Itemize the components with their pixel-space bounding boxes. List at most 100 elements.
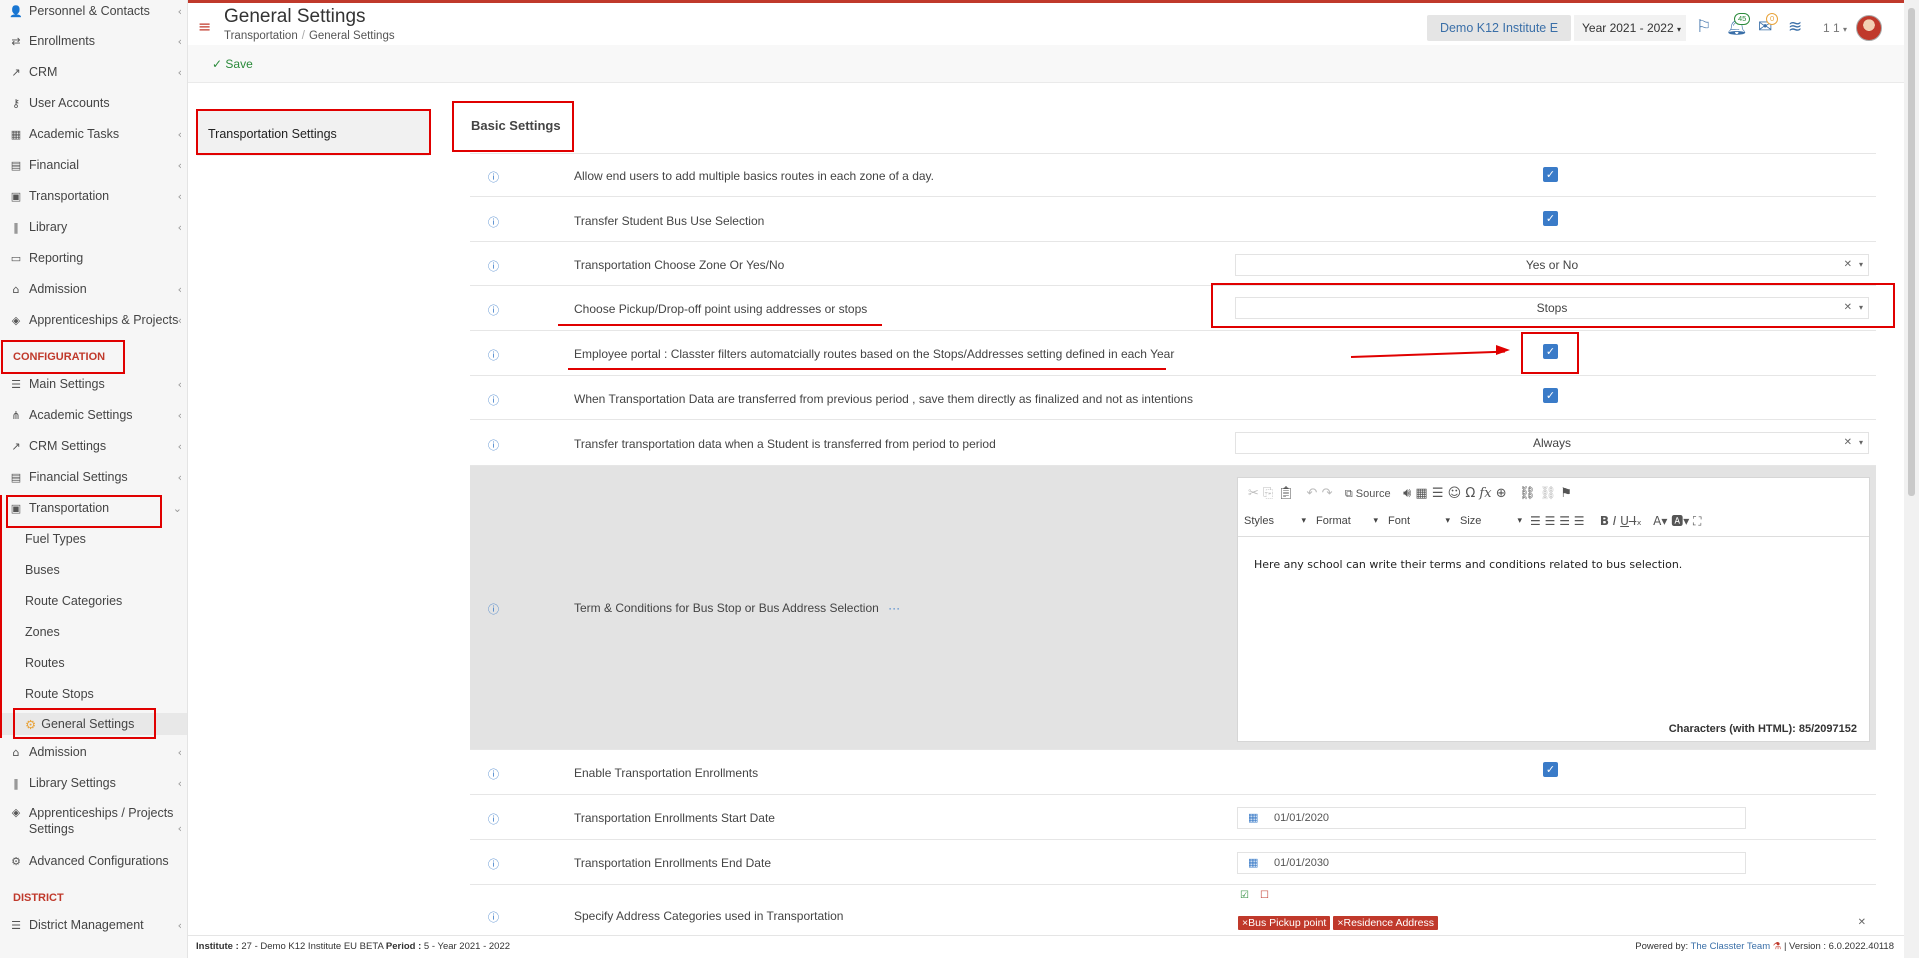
setting-checkbox[interactable]: ✓ — [1543, 388, 1558, 403]
bold-icon[interactable]: B — [1600, 514, 1609, 528]
sidebar-sub-route-stops[interactable]: Route Stops — [0, 683, 187, 705]
period-selector[interactable]: 1 1 ▾ — [1823, 21, 1847, 35]
sidebar-item-academic-settings[interactable]: ⋔ Academic Settings ‹ — [0, 404, 187, 426]
audio-icon[interactable]: 🔊︎ — [1403, 486, 1411, 501]
align-center-icon[interactable]: ☰ — [1545, 514, 1556, 528]
sidebar-item-transportation[interactable]: ▣ Transportation ‹ — [0, 185, 187, 207]
info-icon[interactable]: ⓘ — [488, 392, 499, 408]
editor-content[interactable]: Here any school can write their terms an… — [1254, 558, 1682, 571]
zone-select[interactable]: Yes or No ✕ ▾ — [1235, 254, 1869, 276]
sidebar-item-enrollments[interactable]: ⇄ Enrollments ‹ — [0, 30, 187, 52]
sidebar-item-crm[interactable]: ↗ CRM ‹ — [0, 61, 187, 83]
sidebar-sub-buses[interactable]: Buses — [0, 559, 187, 581]
table-icon[interactable]: ▦ — [1415, 486, 1427, 501]
font-combo[interactable]: Font — [1386, 512, 1452, 530]
sidebar-item-admission-settings[interactable]: ⌂ Admission ‹ — [0, 741, 187, 763]
info-icon[interactable]: ⓘ — [488, 302, 499, 318]
calendar-icon[interactable]: ▦ — [1248, 808, 1258, 828]
copy-icon[interactable]: ⎘ — [1263, 486, 1273, 501]
clear-icon[interactable]: ✕ — [1858, 917, 1866, 928]
sidebar-item-crm-settings[interactable]: ↗ CRM Settings ‹ — [0, 435, 187, 457]
size-combo[interactable]: Size — [1458, 512, 1524, 530]
sidebar-sub-route-categories[interactable]: Route Categories — [0, 590, 187, 612]
more-options-icon[interactable]: ··· — [888, 601, 900, 615]
align-right-icon[interactable]: ☰ — [1559, 514, 1570, 528]
formula-icon[interactable]: fx — [1479, 486, 1491, 501]
source-button[interactable]: ⧉ Source — [1345, 488, 1391, 500]
background-color-icon[interactable]: 🅰︎▾ — [1671, 514, 1689, 528]
transfer-period-select[interactable]: Always ✕ ▾ — [1235, 432, 1869, 454]
scrollbar-thumb[interactable] — [1908, 8, 1915, 496]
calendar-icon[interactable]: ▦ — [1248, 853, 1258, 873]
info-icon[interactable]: ⓘ — [488, 347, 499, 363]
info-icon[interactable]: ⓘ — [488, 601, 499, 617]
cut-icon[interactable]: ✂ — [1248, 486, 1259, 501]
undo-icon[interactable]: ↶ — [1307, 486, 1318, 501]
info-icon[interactable]: ⓘ — [488, 811, 499, 827]
tag-bus-pickup-point[interactable]: ×Bus Pickup point — [1238, 916, 1331, 930]
sidebar-sub-routes[interactable]: Routes — [0, 652, 187, 674]
tag-residence-address[interactable]: ×Residence Address — [1333, 916, 1438, 930]
breadcrumb-transportation[interactable]: Transportation — [224, 30, 298, 42]
sidebar-sub-fuel-types[interactable]: Fuel Types — [0, 528, 187, 550]
align-left-icon[interactable]: ☰ — [1530, 514, 1541, 528]
clear-icon[interactable]: ✕ — [1844, 255, 1852, 275]
styles-combo[interactable]: Styles — [1242, 512, 1308, 530]
info-icon[interactable]: ⓘ — [488, 856, 499, 872]
info-icon[interactable]: ⓘ — [488, 437, 499, 453]
select-all-icon[interactable]: ☑ — [1240, 890, 1249, 901]
format-combo[interactable]: Format — [1314, 512, 1380, 530]
sidebar-item-admission[interactable]: ⌂ Admission ‹ — [0, 278, 187, 300]
sidebar-item-library[interactable]: ‖ Library ‹ — [0, 216, 187, 238]
sidebar-item-financial-settings[interactable]: ▤ Financial Settings ‹ — [0, 466, 187, 488]
hamburger-menu-icon[interactable]: ≡ — [198, 17, 211, 36]
omega-icon[interactable]: Ω — [1465, 486, 1475, 501]
setting-checkbox[interactable]: ✓ — [1543, 167, 1558, 182]
globe-icon[interactable]: ⊕ — [1496, 486, 1507, 501]
institute-button[interactable]: Demo K12 Institute E — [1427, 15, 1571, 41]
horizontal-line-icon[interactable]: ☰ — [1432, 486, 1444, 501]
clear-icon[interactable]: ✕ — [1844, 433, 1852, 453]
scrollbar[interactable] — [1904, 0, 1919, 958]
info-icon[interactable]: ⓘ — [488, 766, 499, 782]
sidebar-item-apprenticeships[interactable]: ◈ Apprenticeships & Projects ‹ — [0, 309, 187, 331]
italic-icon[interactable]: I — [1613, 514, 1617, 528]
end-date-input[interactable]: ▦ 01/01/2030 — [1237, 852, 1746, 874]
unlink-icon[interactable]: ⛓ — [1540, 486, 1557, 501]
underline-icon[interactable]: U — [1620, 514, 1629, 528]
year-dropdown[interactable]: Year 2021 - 2022 ▾ — [1574, 15, 1686, 41]
paste-icon[interactable]: 📋︎ — [1278, 486, 1295, 501]
info-icon[interactable]: ⓘ — [488, 909, 499, 925]
flag-icon[interactable]: ⚐ — [1696, 17, 1711, 37]
info-icon[interactable]: ⓘ — [488, 214, 499, 230]
deselect-all-icon[interactable]: ☐ — [1260, 890, 1269, 901]
smiley-icon[interactable]: ☺ — [1448, 486, 1462, 501]
text-color-icon[interactable]: A▾ — [1653, 514, 1667, 528]
maximize-icon[interactable]: ⛶ — [1693, 514, 1701, 528]
redo-icon[interactable]: ↷ — [1322, 486, 1333, 501]
start-date-input[interactable]: ▦ 01/01/2020 — [1237, 807, 1746, 829]
sidebar-item-library-settings[interactable]: ‖ Library Settings ‹ — [0, 772, 187, 794]
sidebar-item-apprenticeships-settings[interactable]: ◈ Apprenticeships / Projects Settings ‹ — [0, 805, 187, 839]
info-icon[interactable]: ⓘ — [488, 258, 499, 274]
setting-checkbox[interactable]: ✓ — [1543, 211, 1558, 226]
sidebar-item-reporting[interactable]: ▭ Reporting — [0, 247, 187, 269]
flag-icon[interactable]: ⚑ — [1560, 486, 1572, 501]
clear-format-icon[interactable]: I̶ₓ — [1633, 514, 1642, 528]
layers-icon[interactable]: ≋ — [1788, 17, 1802, 37]
sidebar-item-advanced-configurations[interactable]: ⚙ Advanced Configurations — [0, 850, 187, 872]
sidebar-item-academic-tasks[interactable]: ▦ Academic Tasks ‹ — [0, 123, 187, 145]
save-button[interactable]: ✓ Save — [212, 57, 253, 71]
align-justify-icon[interactable]: ☰ — [1574, 514, 1585, 528]
sidebar-item-user-accounts[interactable]: ⚷ User Accounts — [0, 92, 187, 114]
info-icon[interactable]: ⓘ — [488, 169, 499, 185]
sidebar-sub-zones[interactable]: Zones — [0, 621, 187, 643]
link-icon[interactable]: ⛓ — [1519, 486, 1536, 501]
setting-checkbox[interactable]: ✓ — [1543, 762, 1558, 777]
sidebar-item-district-management[interactable]: ☰ District Management ‹ — [0, 914, 187, 936]
classter-team-link[interactable]: The Classter Team — [1691, 941, 1771, 952]
sidebar-item-financial[interactable]: ▤ Financial ‹ — [0, 154, 187, 176]
sidebar-item-main-settings[interactable]: ☰ Main Settings ‹ — [0, 373, 187, 395]
avatar[interactable] — [1856, 15, 1882, 41]
sidebar-item-personnel[interactable]: 👤 Personnel & Contacts ‹ — [0, 0, 187, 22]
